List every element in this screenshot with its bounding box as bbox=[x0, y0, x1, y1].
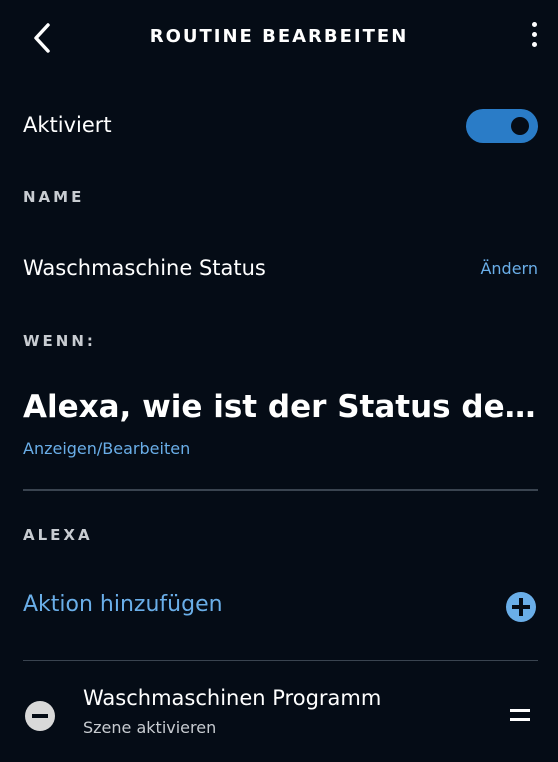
page-title: ROUTINE BEARBEITEN bbox=[149, 26, 409, 47]
action-divider bbox=[23, 660, 538, 661]
name-section-heading: NAME bbox=[23, 188, 85, 206]
when-section-heading: WENN: bbox=[23, 332, 96, 350]
enabled-row: Aktiviert bbox=[23, 108, 538, 148]
plus-circle-icon[interactable] bbox=[506, 592, 536, 622]
section-divider bbox=[23, 489, 538, 491]
action-list-item[interactable]: Waschmaschinen Programm Szene aktivieren bbox=[23, 680, 538, 742]
minus-circle-icon[interactable] bbox=[25, 701, 55, 731]
enabled-toggle[interactable] bbox=[466, 109, 538, 143]
routine-edit-screen: ROUTINE BEARBEITEN Aktiviert NAME Waschm… bbox=[0, 0, 558, 762]
alexa-section-heading: ALEXA bbox=[23, 526, 93, 544]
enabled-label: Aktiviert bbox=[23, 113, 112, 137]
action-subtitle: Szene aktivieren bbox=[83, 718, 217, 737]
trigger-phrase[interactable]: Alexa, wie ist der Status der Waschmasch… bbox=[23, 389, 538, 425]
more-vertical-icon bbox=[522, 22, 546, 47]
more-options-button[interactable] bbox=[522, 22, 546, 56]
change-name-link[interactable]: Ändern bbox=[480, 259, 538, 278]
routine-name-value: Waschmaschine Status bbox=[23, 256, 266, 280]
header-bar: ROUTINE BEARBEITEN bbox=[0, 0, 558, 78]
add-action-label[interactable]: Aktion hinzufügen bbox=[23, 592, 223, 617]
routine-name-row: Waschmaschine Status Ändern bbox=[23, 254, 538, 288]
action-title: Waschmaschinen Programm bbox=[83, 686, 382, 710]
view-edit-trigger-link[interactable]: Anzeigen/Bearbeiten bbox=[23, 439, 190, 458]
toggle-knob bbox=[511, 117, 529, 135]
add-action-row[interactable]: Aktion hinzufügen bbox=[23, 588, 538, 626]
drag-handle-icon[interactable] bbox=[510, 709, 530, 723]
